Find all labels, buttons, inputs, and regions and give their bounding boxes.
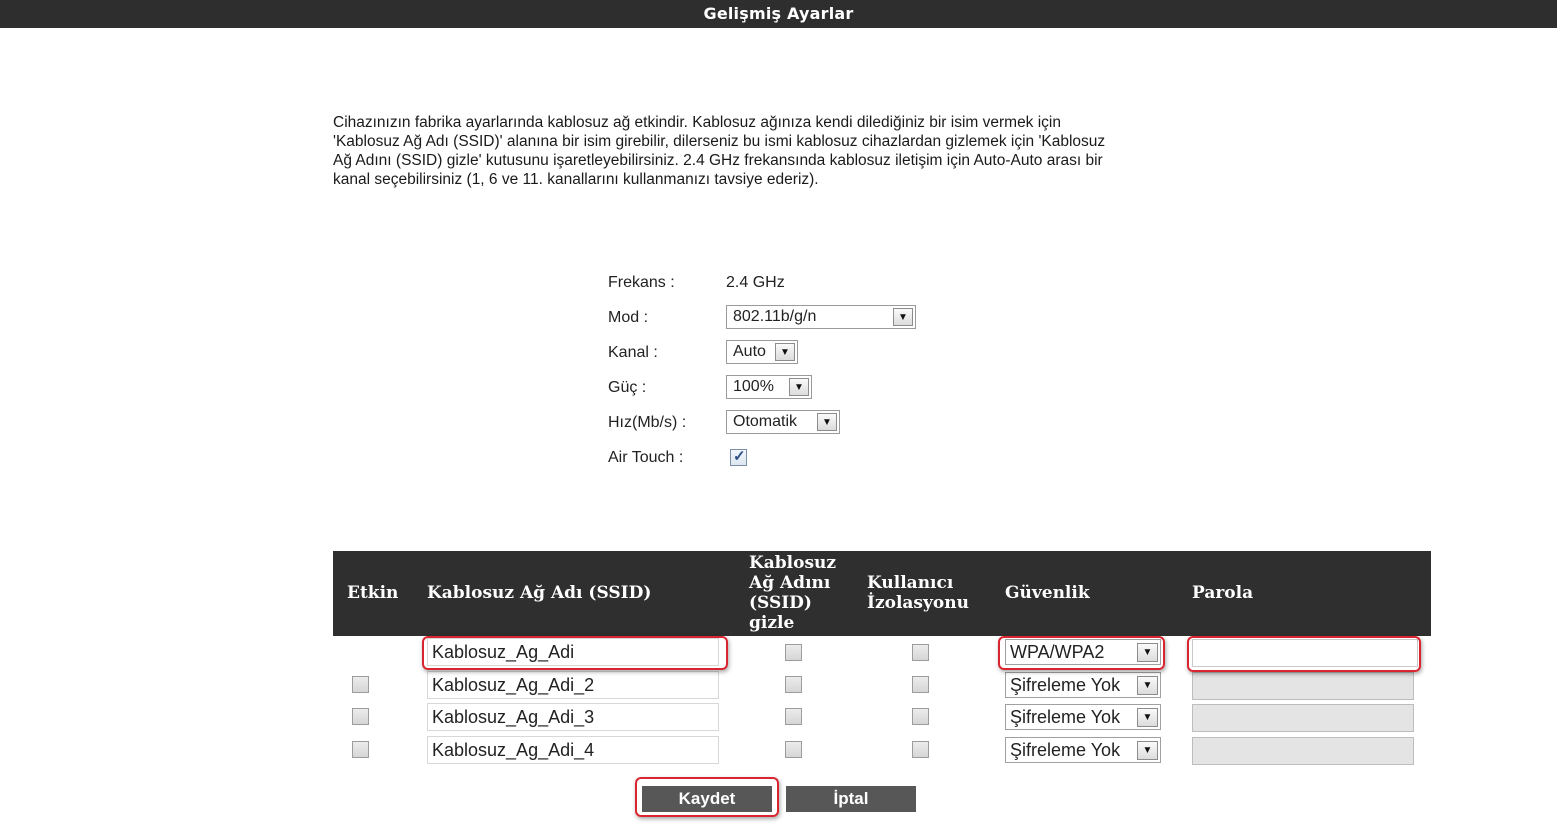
password-input (1192, 704, 1414, 732)
th-izolasyon-line: Kullanıcı (867, 573, 954, 593)
mod-select-value: 802.11b/g/n (733, 308, 817, 325)
hiz-label: Hız(Mb/s) : (608, 414, 687, 431)
enable-checkbox[interactable] (352, 676, 369, 693)
th-ssid: Kablosuz Ağ Adı (SSID) (427, 583, 652, 603)
chevron-down-icon[interactable]: ▼ (1137, 676, 1158, 695)
enable-checkbox[interactable] (352, 741, 369, 758)
th-etkin: Etkin (347, 583, 399, 603)
isolation-checkbox[interactable] (912, 741, 929, 758)
hide-ssid-checkbox[interactable] (785, 708, 802, 725)
th-izolasyon: Kullanıcı İzolasyonu (867, 573, 969, 613)
cancel-button[interactable]: İptal (786, 786, 916, 812)
enable-checkbox[interactable] (352, 708, 369, 725)
security-select-value: Şifreleme Yok (1010, 740, 1121, 760)
chevron-down-icon[interactable]: ▼ (817, 413, 837, 431)
intro-text: Cihazınızın fabrika ayarlarında kablosuz… (333, 113, 1223, 189)
setting-hiz: Hız(Mb/s) : Otomatik ▼ (608, 410, 1028, 436)
th-guvenlik: Güvenlik (1005, 583, 1090, 603)
th-parola: Parola (1192, 583, 1254, 603)
kanal-select-value: Auto (733, 343, 766, 360)
th-izolasyon-line: İzolasyonu (867, 593, 969, 613)
security-select[interactable]: Şifreleme Yok ▼ (1005, 704, 1161, 730)
hiz-select-value: Otomatik (733, 413, 798, 430)
hiz-select[interactable]: Otomatik ▼ (726, 410, 840, 434)
highlight-password (1187, 636, 1421, 672)
intro-line: 'Kablosuz Ağ Adı (SSID)' alanına bir isi… (333, 133, 1106, 150)
intro-line: kanal seçebilirsiniz (1, 6 ve 11. kanall… (333, 171, 819, 188)
highlight-security (998, 636, 1165, 670)
ssid-input[interactable]: Kablosuz_Ag_Adi_3 (427, 703, 719, 731)
air-touch-label: Air Touch : (608, 449, 684, 466)
setting-guc: Güç : 100% ▼ (608, 375, 1028, 401)
ssid-table-header: Etkin Kablosuz Ağ Adı (SSID) Kablosuz Ağ… (333, 551, 1431, 636)
page-title-bar: Gelişmiş Ayarlar (0, 0, 1557, 28)
kanal-label: Kanal : (608, 344, 658, 361)
mod-label: Mod : (608, 309, 649, 326)
isolation-checkbox[interactable] (912, 708, 929, 725)
th-gizle-line: Ağ Adını (749, 573, 831, 593)
chevron-down-icon[interactable]: ▼ (893, 308, 913, 326)
checkmark-icon: ✓ (733, 448, 746, 465)
hide-ssid-checkbox[interactable] (785, 741, 802, 758)
air-touch-checkbox[interactable]: ✓ (730, 448, 747, 466)
hide-ssid-checkbox[interactable] (785, 644, 802, 661)
highlight-ssid (422, 636, 728, 670)
th-gizle-line: gizle (749, 613, 795, 633)
setting-air-touch: Air Touch : ✓ (608, 445, 1028, 471)
security-select-value: Şifreleme Yok (1010, 707, 1121, 727)
save-button[interactable]: Kaydet (642, 786, 772, 812)
intro-line: Ağ Adını (SSID) gizle' kutusunu işaretle… (333, 152, 1103, 169)
password-input (1192, 672, 1414, 700)
th-gizle-line: (SSID) (749, 593, 812, 613)
guc-select[interactable]: 100% ▼ (726, 375, 812, 399)
chevron-down-icon[interactable]: ▼ (789, 378, 809, 396)
frekans-label: Frekans : (608, 274, 675, 291)
chevron-down-icon[interactable]: ▼ (1137, 708, 1158, 727)
security-select-value: Şifreleme Yok (1010, 675, 1121, 695)
password-input (1192, 737, 1414, 765)
guc-select-value: 100% (733, 378, 774, 395)
intro-line: Cihazınızın fabrika ayarlarında kablosuz… (333, 114, 1062, 131)
chevron-down-icon[interactable]: ▼ (775, 343, 795, 361)
security-select[interactable]: Şifreleme Yok ▼ (1005, 737, 1161, 763)
setting-frekans: Frekans : 2.4 GHz (608, 270, 1028, 296)
hide-ssid-checkbox[interactable] (785, 676, 802, 693)
guc-label: Güç : (608, 379, 647, 396)
th-gizle-line: Kablosuz (749, 553, 837, 573)
page-title: Gelişmiş Ayarlar (703, 4, 854, 23)
isolation-checkbox[interactable] (912, 676, 929, 693)
chevron-down-icon[interactable]: ▼ (1137, 741, 1158, 760)
th-ssid-gizle: Kablosuz Ağ Adını (SSID) gizle (749, 553, 836, 633)
mod-select[interactable]: 802.11b/g/n ▼ (726, 305, 916, 329)
kanal-select[interactable]: Auto ▼ (726, 340, 798, 364)
security-select[interactable]: Şifreleme Yok ▼ (1005, 672, 1161, 698)
setting-kanal: Kanal : Auto ▼ (608, 340, 1028, 366)
isolation-checkbox[interactable] (912, 644, 929, 661)
frekans-value: 2.4 GHz (726, 274, 785, 291)
ssid-input[interactable]: Kablosuz_Ag_Adi_4 (427, 736, 719, 764)
ssid-input[interactable]: Kablosuz_Ag_Adi_2 (427, 671, 719, 699)
setting-mod: Mod : 802.11b/g/n ▼ (608, 305, 1028, 331)
